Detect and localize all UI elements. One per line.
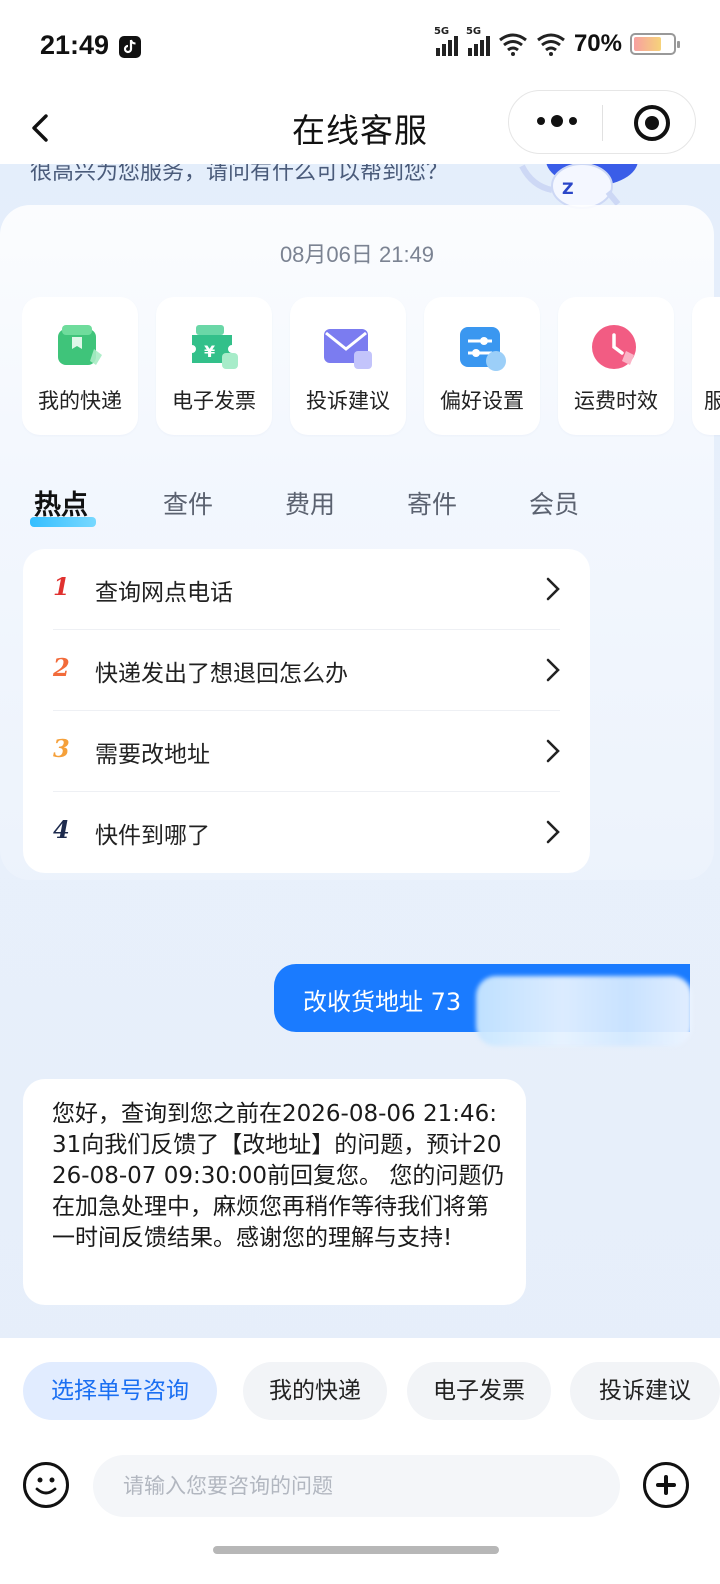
nav-bar: 在线客服 bbox=[0, 90, 720, 164]
mini-program-capsule bbox=[508, 90, 696, 154]
quick-entry-complaint[interactable]: 投诉建议 bbox=[290, 297, 406, 435]
chip-select-order[interactable]: 选择单号咨询 bbox=[23, 1362, 217, 1420]
status-time: 21:49 bbox=[40, 30, 110, 60]
message-input[interactable] bbox=[123, 1455, 593, 1517]
cellular-signal-2-icon: 5G bbox=[466, 26, 490, 56]
faq-number: 3 bbox=[53, 734, 70, 763]
faq-item[interactable]: 3 需要改地址 bbox=[23, 711, 590, 792]
message-input-wrapper bbox=[93, 1455, 620, 1517]
bottom-input-area: 选择单号咨询 我的快递 电子发票 投诉建议 bbox=[0, 1338, 720, 1584]
plus-icon[interactable] bbox=[643, 1462, 689, 1508]
quick-entry-my-express[interactable]: 我的快递 bbox=[22, 297, 138, 435]
tab-track[interactable]: 查件 bbox=[163, 485, 213, 521]
svg-text:¥: ¥ bbox=[204, 342, 215, 361]
tiktok-notification-icon bbox=[119, 36, 141, 58]
bot-message-text: 您好，查询到您之前在2026-08-06 21:46:31向我们反馈了【改地址】… bbox=[52, 1101, 505, 1251]
faq-number: 2 bbox=[53, 653, 70, 682]
mail-icon bbox=[324, 329, 372, 369]
invoice-icon: ¥ bbox=[192, 325, 238, 369]
faq-item[interactable]: 1 查询网点电话 bbox=[23, 549, 590, 630]
quick-entry-label: 我的快递 bbox=[38, 389, 122, 413]
svg-text:Z: Z bbox=[562, 179, 574, 198]
faq-text: 查询网点电话 bbox=[95, 580, 233, 606]
clock-icon bbox=[592, 325, 636, 369]
shortcut-chips: 选择单号咨询 我的快递 电子发票 投诉建议 bbox=[23, 1362, 720, 1420]
capsule-divider bbox=[602, 105, 603, 141]
tab-member[interactable]: 会员 bbox=[529, 485, 579, 521]
chevron-right-icon bbox=[546, 820, 560, 844]
quick-entry-label: 投诉建议 bbox=[306, 389, 390, 413]
tab-fees[interactable]: 费用 bbox=[285, 485, 335, 521]
home-indicator[interactable] bbox=[213, 1546, 499, 1554]
chevron-right-icon bbox=[546, 658, 560, 682]
wifi-icon-2 bbox=[537, 33, 565, 56]
quick-entry-shipping-fee[interactable]: 运费时效 bbox=[558, 297, 674, 435]
quick-entry-preferences[interactable]: 偏好设置 bbox=[424, 297, 540, 435]
chip-my-express[interactable]: 我的快递 bbox=[243, 1362, 387, 1420]
settings-sliders-icon bbox=[460, 327, 506, 371]
redaction-blur bbox=[476, 976, 692, 1046]
quick-entry-label: 服 bbox=[704, 389, 720, 413]
battery-icon bbox=[630, 33, 680, 55]
quick-entry-label: 电子发票 bbox=[172, 389, 256, 413]
welcome-text: 很高兴为您服务，请问有什么可以帮到您？ bbox=[30, 164, 449, 185]
quick-entry-label: 偏好设置 bbox=[440, 389, 524, 413]
quick-entry-service[interactable]: 服 bbox=[692, 297, 720, 435]
bot-message-bubble: 您好，查询到您之前在2026-08-06 21:46:31向我们反馈了【改地址】… bbox=[23, 1079, 526, 1305]
chevron-right-icon bbox=[546, 739, 560, 763]
close-target-icon[interactable] bbox=[634, 105, 670, 141]
faq-text: 快件到哪了 bbox=[95, 823, 210, 849]
faq-text: 快递发出了想退回怎么办 bbox=[95, 661, 348, 687]
user-message-text: 改收货地址 73 bbox=[303, 988, 462, 1016]
active-tab-indicator bbox=[30, 517, 96, 527]
quick-entry-invoice[interactable]: ¥ 电子发票 bbox=[156, 297, 272, 435]
status-bar: 21:49 5G 5G 70% bbox=[0, 0, 720, 96]
faq-item[interactable]: 4 快件到哪了 bbox=[23, 792, 590, 873]
faq-text: 需要改地址 bbox=[95, 742, 210, 768]
faq-number: 4 bbox=[53, 815, 70, 844]
chat-date: 08月06日 21:49 bbox=[279, 242, 435, 267]
faq-item[interactable]: 2 快递发出了想退回怎么办 bbox=[23, 630, 590, 711]
quick-entry-row: 我的快递 ¥ 电子发票 投诉建议 偏好设置 运费时效 服 bbox=[22, 297, 720, 437]
faq-number: 1 bbox=[53, 572, 70, 601]
emoji-icon[interactable] bbox=[23, 1462, 69, 1508]
chip-invoice[interactable]: 电子发票 bbox=[407, 1362, 551, 1420]
service-card: 08月06日 21:49 我的快递 ¥ 电子发票 投诉建议 偏好设置 运费时效 … bbox=[0, 205, 720, 880]
quick-entry-label: 运费时效 bbox=[574, 389, 658, 413]
tab-send[interactable]: 寄件 bbox=[407, 485, 457, 521]
faq-list: 1 查询网点电话 2 快递发出了想退回怎么办 3 需要改地址 4 快件到哪了 bbox=[23, 549, 590, 873]
more-icon[interactable] bbox=[537, 115, 577, 127]
chevron-right-icon bbox=[546, 577, 560, 601]
cellular-signal-1-icon: 5G bbox=[434, 26, 458, 56]
chip-complaint[interactable]: 投诉建议 bbox=[570, 1362, 720, 1420]
wifi-icon-1 bbox=[499, 33, 527, 56]
battery-percent: 70% bbox=[573, 30, 622, 57]
package-icon bbox=[58, 325, 102, 365]
